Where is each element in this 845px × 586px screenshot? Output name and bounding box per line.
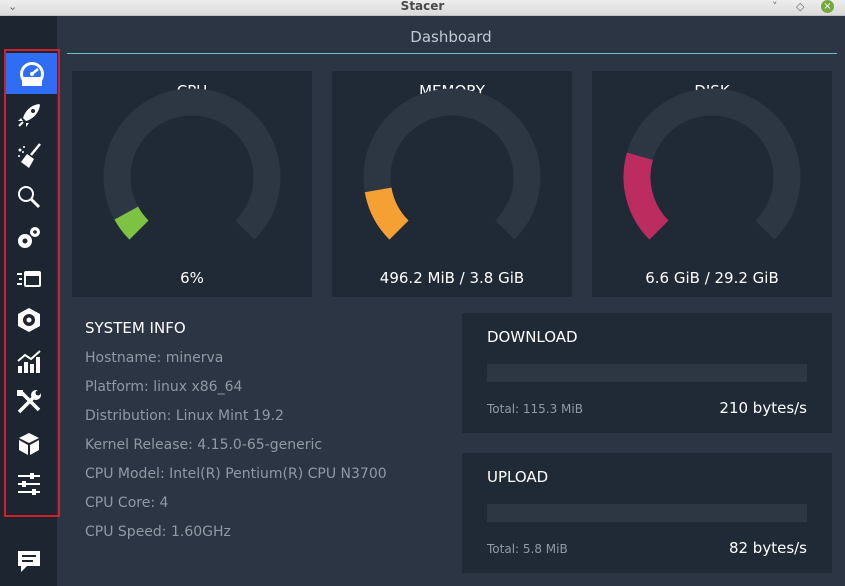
window-title: Stacer [400, 0, 445, 13]
system-info-cpu-core: CPU Core: 4 [85, 495, 169, 511]
upload-chart [487, 504, 807, 522]
feedback-message-icon [17, 550, 40, 572]
page-title: Dashboard [410, 28, 492, 46]
close-icon[interactable]: × [821, 0, 834, 13]
title-divider [67, 53, 837, 54]
upload-total: Total: 5.8 MiB [487, 542, 568, 556]
sidebar-item-feedback[interactable] [0, 540, 57, 581]
cpu-gauge [103, 88, 281, 240]
window-titlebar: ⌄ Stacer ˅ ◇ × [0, 0, 845, 16]
download-total: Total: 115.3 MiB [487, 402, 583, 416]
sidebar-item-settings[interactable] [0, 463, 57, 504]
sidebar-item-processes[interactable] [0, 258, 57, 299]
sidebar-item-resources[interactable] [0, 340, 57, 381]
upload-rate: 82 bytes/s [728, 539, 807, 557]
gauge-value: 6.6 GiB / 29.2 GiB [645, 269, 779, 287]
memory-gauge-card: MEMORY 496.2 MiB / 3.8 GiB [332, 71, 572, 297]
processes-icon [16, 270, 41, 287]
upload-title: UPLOAD [487, 468, 549, 486]
sidebar-item-search[interactable] [0, 176, 57, 217]
memory-gauge-fill [364, 187, 409, 240]
disk-gauge [623, 88, 801, 240]
sliders-icon [17, 472, 40, 495]
sidebar [0, 16, 57, 586]
dashboard-main: Dashboard CPU 6% MEMORY 496.2 MiB / 3.8 … [57, 16, 845, 586]
rocket-icon [17, 103, 40, 127]
gears-icon [17, 226, 40, 248]
gauge-value: 6% [180, 269, 204, 287]
download-card: DOWNLOAD Total: 115.3 MiB 210 bytes/s [462, 313, 832, 433]
sidebar-item-dashboard[interactable] [6, 53, 57, 94]
download-chart [487, 364, 807, 382]
system-info-distribution: Distribution: Linux Mint 19.2 [85, 408, 284, 424]
memory-gauge [363, 88, 541, 240]
upload-card: UPLOAD Total: 5.8 MiB 82 bytes/s [462, 453, 832, 573]
broom-icon [17, 142, 41, 168]
minimize-icon[interactable]: ˅ [772, 0, 778, 14]
system-info-hostname: Hostname: minerva [85, 350, 224, 366]
cpu-gauge-card: CPU 6% [72, 71, 312, 297]
package-uninstaller-icon [17, 307, 40, 332]
download-rate: 210 bytes/s [719, 399, 807, 417]
maximize-icon[interactable]: ◇ [796, 0, 804, 14]
box-icon [18, 432, 39, 455]
system-info-platform: Platform: linux x86_64 [85, 379, 243, 395]
speedometer-icon [19, 61, 44, 86]
system-info-title: SYSTEM INFO [85, 319, 186, 337]
sidebar-item-apt-repository[interactable] [0, 422, 57, 463]
sidebar-item-startup-apps[interactable] [0, 94, 57, 135]
system-info: SYSTEM INFO Hostname: minerva Platform: … [85, 319, 387, 547]
disk-gauge-fill [623, 152, 669, 240]
sidebar-item-helpers[interactable] [0, 381, 57, 422]
system-info-kernel: Kernel Release: 4.15.0-65-generic [85, 437, 323, 453]
disk-gauge-card: DISK 6.6 GiB / 29.2 GiB [592, 71, 832, 297]
system-info-cpu-speed: CPU Speed: 1.60GHz [85, 524, 231, 540]
magnifier-icon [17, 185, 40, 208]
tools-icon [16, 389, 41, 413]
cpu-gauge-fill [114, 206, 149, 240]
resources-chart-icon [16, 349, 41, 373]
sidebar-item-uninstaller[interactable] [0, 299, 57, 340]
sidebar-item-services[interactable] [0, 217, 57, 258]
gauge-value: 496.2 MiB / 3.8 GiB [379, 269, 525, 287]
sidebar-item-system-cleaner[interactable] [0, 135, 57, 176]
download-title: DOWNLOAD [487, 328, 578, 346]
system-info-cpu-model: CPU Model: Intel(R) Pentium(R) CPU N3700 [85, 466, 387, 482]
